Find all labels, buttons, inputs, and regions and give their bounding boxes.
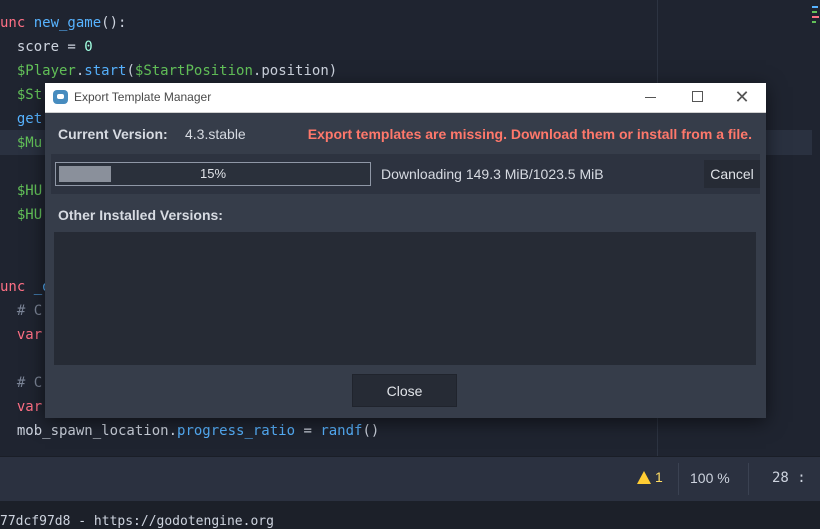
code-line: score = 0 bbox=[0, 35, 93, 59]
code-token: $Player bbox=[0, 63, 76, 79]
output-text: 77dcf97d8 - https://godotengine.org bbox=[0, 514, 274, 529]
code-line: $Player.start($StartPosition.position) bbox=[0, 59, 337, 83]
code-line: $HU bbox=[0, 179, 42, 203]
export-template-manager-dialog: Export Template Manager ✕ Current Versio… bbox=[45, 83, 766, 418]
maximize-button[interactable] bbox=[685, 87, 709, 107]
code-token: # C bbox=[0, 303, 43, 319]
code-token: () bbox=[362, 423, 380, 439]
code-line: var bbox=[0, 323, 42, 347]
maximize-icon bbox=[692, 91, 703, 102]
window-titlebar[interactable]: Export Template Manager ✕ bbox=[45, 83, 766, 113]
version-row: Current Version: 4.3.stable Export templ… bbox=[45, 113, 766, 153]
missing-templates-message: Export templates are missing. Download t… bbox=[307, 126, 752, 142]
current-version-value: 4.3.stable bbox=[185, 126, 246, 142]
current-version-label: Current Version: bbox=[58, 126, 168, 142]
minimize-button[interactable] bbox=[639, 87, 663, 107]
code-token: get bbox=[0, 111, 43, 127]
code-token: (): bbox=[101, 15, 127, 31]
progress-percent: 15% bbox=[199, 166, 227, 181]
code-line: mob_spawn_location.progress_ratio = rand… bbox=[0, 419, 380, 443]
code-token: var bbox=[0, 399, 43, 415]
code-line: $Mu bbox=[0, 131, 42, 155]
line-column-indicator: 28 : bbox=[772, 470, 806, 486]
code-token: mob_spawn_location. bbox=[0, 423, 178, 439]
code-line: $St bbox=[0, 83, 42, 107]
code-line: unc _o bbox=[0, 275, 51, 299]
code-token: $HU bbox=[0, 183, 43, 199]
download-status: Downloading 149.3 MiB/1023.5 MiB bbox=[381, 166, 604, 182]
code-token: unc bbox=[0, 15, 34, 31]
download-panel: 15% Downloading 149.3 MiB/1023.5 MiB Can… bbox=[51, 154, 760, 194]
minimize-icon bbox=[645, 97, 656, 98]
code-token: $St bbox=[0, 87, 43, 103]
code-token: $Mu bbox=[0, 135, 43, 151]
zoom-level[interactable]: 100 % bbox=[690, 470, 730, 486]
code-line: # C bbox=[0, 371, 42, 395]
code-token: start bbox=[84, 63, 127, 79]
status-separator bbox=[748, 463, 749, 495]
code-token: # C bbox=[0, 375, 43, 391]
warning-icon bbox=[637, 470, 651, 484]
code-token: var bbox=[0, 327, 43, 343]
code-token: 0 bbox=[84, 39, 93, 55]
code-line: get bbox=[0, 107, 42, 131]
editor-status-bar: 1 100 % 28 : bbox=[0, 456, 820, 502]
code-token: ( bbox=[126, 63, 135, 79]
code-token: randf bbox=[320, 423, 363, 439]
code-token: new_game bbox=[33, 15, 102, 31]
code-token: = bbox=[295, 423, 321, 439]
warning-count: 1 bbox=[655, 469, 663, 485]
status-separator bbox=[678, 463, 679, 495]
code-token: progress_ratio bbox=[177, 423, 296, 439]
minimap[interactable] bbox=[812, 6, 820, 46]
code-token: $StartPosition bbox=[134, 63, 253, 79]
window-title: Export Template Manager bbox=[74, 90, 212, 104]
window-close-button[interactable]: ✕ bbox=[730, 87, 754, 107]
code-token: $HU bbox=[0, 207, 43, 223]
download-progress-bar: 15% bbox=[55, 162, 371, 186]
godot-icon bbox=[53, 90, 68, 104]
close-button[interactable]: Close bbox=[352, 374, 457, 407]
code-line: $HU bbox=[0, 203, 42, 227]
code-line: var bbox=[0, 395, 42, 419]
other-versions-label: Other Installed Versions: bbox=[58, 207, 223, 223]
code-token: .position) bbox=[252, 63, 338, 79]
code-line: unc new_game(): bbox=[0, 11, 126, 35]
output-panel: 77dcf97d8 - https://godotengine.org bbox=[0, 501, 820, 529]
code-line: # C bbox=[0, 299, 42, 323]
cancel-button[interactable]: Cancel bbox=[704, 160, 760, 188]
code-token: score = bbox=[0, 39, 85, 55]
code-token: unc bbox=[0, 279, 34, 295]
warnings-button[interactable]: 1 bbox=[637, 469, 663, 485]
installed-versions-list[interactable] bbox=[54, 232, 756, 365]
